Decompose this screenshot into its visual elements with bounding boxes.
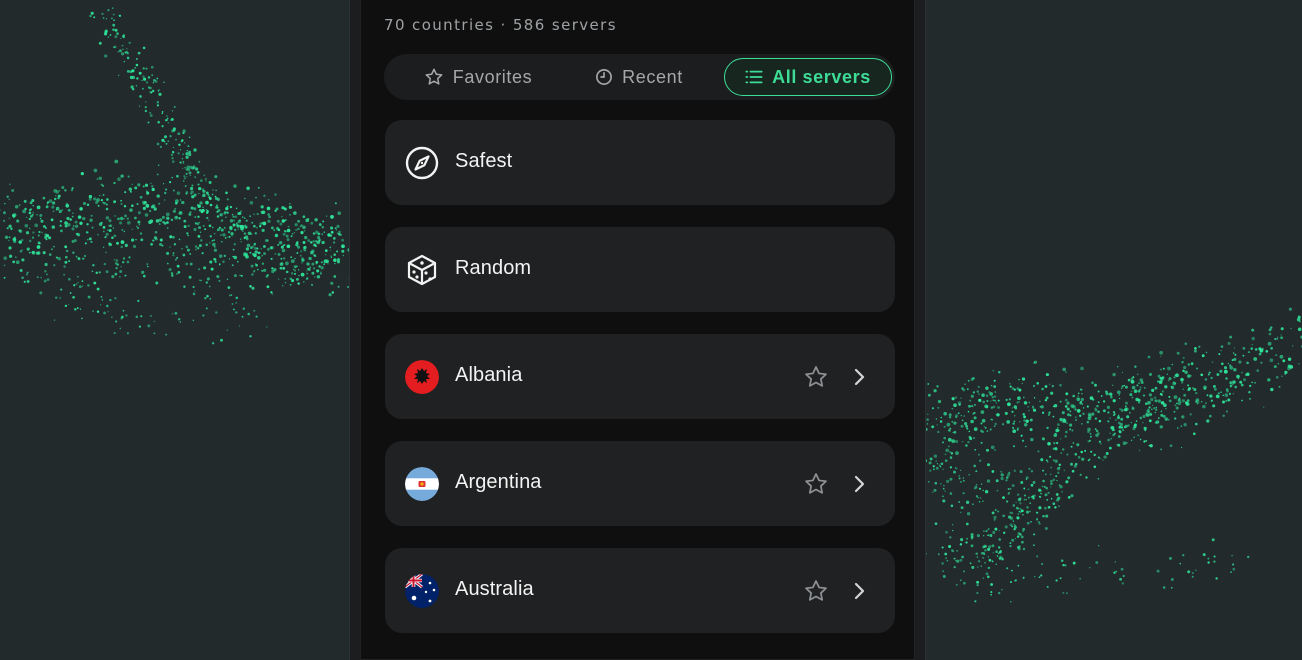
server-tabs: Favorites Recent All servers (384, 54, 895, 100)
tab-recent-label: Recent (622, 67, 683, 88)
star-outline-icon[interactable] (803, 471, 829, 497)
chevron-right-icon[interactable] (848, 473, 870, 495)
tab-favorites-label: Favorites (453, 67, 532, 88)
server-item-argentina[interactable]: Argentina (385, 441, 895, 526)
phone-frame: 70 countries · 586 servers Favorites R (350, 0, 925, 660)
tab-all-servers[interactable]: All servers (724, 58, 892, 96)
list-icon (745, 69, 763, 85)
compass-icon (405, 146, 439, 180)
server-item-label: Argentina (455, 471, 542, 494)
tab-all-servers-label: All servers (772, 67, 871, 88)
server-stats: 70 countries · 586 servers (384, 16, 617, 34)
star-outline-icon[interactable] (803, 578, 829, 604)
clock-icon (595, 68, 613, 86)
server-item-safest[interactable]: Safest (385, 120, 895, 205)
server-list-screen: 70 countries · 586 servers Favorites R (372, 0, 903, 660)
server-item-albania[interactable]: Albania (385, 334, 895, 419)
albania-flag-icon (405, 360, 439, 394)
chevron-right-icon[interactable] (848, 366, 870, 388)
server-item-label: Australia (455, 578, 534, 601)
tab-recent[interactable]: Recent (579, 58, 699, 96)
australia-flag-icon (405, 574, 439, 608)
server-item-label: Safest (455, 150, 512, 173)
server-item-label: Albania (455, 364, 522, 387)
chevron-right-icon[interactable] (848, 580, 870, 602)
star-outline-icon[interactable] (803, 364, 829, 390)
server-item-random[interactable]: Random (385, 227, 895, 312)
star-outline-icon (424, 67, 444, 87)
argentina-flag-icon (405, 467, 439, 501)
server-item-australia[interactable]: Australia (385, 548, 895, 633)
server-item-label: Random (455, 257, 531, 280)
tab-favorites[interactable]: Favorites (398, 58, 558, 96)
dice-icon (405, 253, 439, 287)
